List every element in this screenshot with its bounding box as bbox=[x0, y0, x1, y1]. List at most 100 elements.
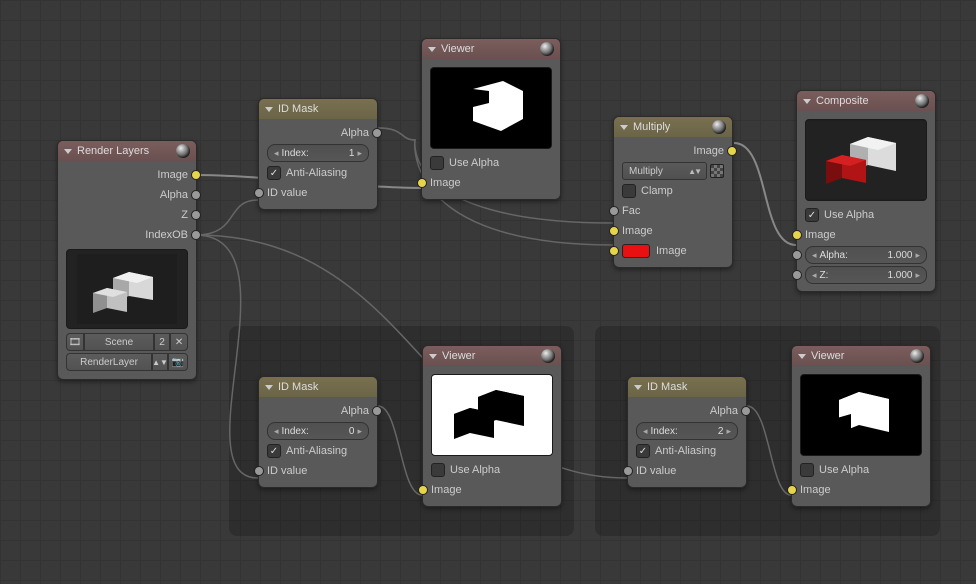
use-alpha-checkbox[interactable]: ✓ bbox=[805, 208, 819, 222]
index-field[interactable]: ◂Index:2▸ bbox=[636, 422, 738, 440]
node-header[interactable]: Render Layers bbox=[58, 141, 196, 161]
socket-alpha[interactable] bbox=[191, 190, 201, 200]
collapse-icon[interactable] bbox=[803, 99, 811, 104]
socket-alpha[interactable] bbox=[792, 250, 802, 260]
node-id-mask-2[interactable]: ID Mask Alpha ◂Index:2▸ ✓ Anti-Aliasing I… bbox=[627, 376, 747, 488]
output-alpha: Alpha bbox=[628, 401, 746, 421]
collapse-icon[interactable] bbox=[64, 149, 72, 154]
use-alpha-label: Use Alpha bbox=[819, 464, 869, 476]
viewer-preview bbox=[800, 374, 922, 456]
collapse-icon[interactable] bbox=[429, 354, 437, 359]
node-header[interactable]: ID Mask bbox=[259, 377, 377, 397]
socket-indexob[interactable] bbox=[191, 230, 201, 240]
anti-alias-label: Anti-Aliasing bbox=[286, 445, 347, 457]
use-alpha-checkbox[interactable] bbox=[430, 156, 444, 170]
node-viewer-left[interactable]: Viewer Use Alpha Image bbox=[422, 345, 562, 507]
node-viewer-top[interactable]: Viewer Use Alpha Image bbox=[421, 38, 561, 200]
input-id-value: ID value bbox=[259, 183, 377, 203]
node-header[interactable]: ID Mask bbox=[259, 99, 377, 119]
node-composite[interactable]: Composite ✓ Use Alpha Image ◂Alpha:1.000▸… bbox=[796, 90, 936, 292]
socket-alpha[interactable] bbox=[372, 128, 382, 138]
socket-fac[interactable] bbox=[609, 206, 619, 216]
node-viewer-right[interactable]: Viewer Use Alpha Image bbox=[791, 345, 931, 507]
z-field[interactable]: ◂Z:1.000▸ bbox=[805, 266, 927, 284]
node-header[interactable]: Viewer bbox=[423, 346, 561, 366]
input-image: Image bbox=[797, 225, 935, 245]
socket-z[interactable] bbox=[191, 210, 201, 220]
index-field[interactable]: ◂Index:1▸ bbox=[267, 144, 369, 162]
input-fac: Fac bbox=[614, 201, 732, 221]
node-multiply[interactable]: Multiply Image Multiply▲▼ Clamp Fac Imag… bbox=[613, 116, 733, 268]
render-preview bbox=[66, 249, 188, 329]
node-title: Viewer bbox=[442, 350, 475, 362]
alpha-field[interactable]: ◂Alpha:1.000▸ bbox=[805, 246, 927, 264]
blend-mode-dropdown[interactable]: Multiply▲▼ bbox=[622, 162, 707, 180]
socket-alpha[interactable] bbox=[741, 406, 751, 416]
scene-browse-icon[interactable]: 🎞 bbox=[66, 333, 84, 351]
node-id-mask-0[interactable]: ID Mask Alpha ◂Index:0▸ ✓Anti-Aliasing I… bbox=[258, 376, 378, 488]
node-render-layers[interactable]: Render Layers Image Alpha Z IndexOB 🎞 Sc… bbox=[57, 140, 197, 380]
output-alpha: Alpha bbox=[58, 185, 196, 205]
socket-image[interactable] bbox=[792, 230, 802, 240]
use-alpha-label: Use Alpha bbox=[450, 464, 500, 476]
socket-image[interactable] bbox=[417, 178, 427, 188]
collapse-icon[interactable] bbox=[428, 47, 436, 52]
socket-image[interactable] bbox=[191, 170, 201, 180]
scene-clear-icon[interactable]: ✕ bbox=[170, 333, 188, 351]
socket-id[interactable] bbox=[254, 188, 264, 198]
socket-z[interactable] bbox=[792, 270, 802, 280]
output-alpha: Alpha bbox=[259, 123, 377, 143]
node-header[interactable]: Composite bbox=[797, 91, 935, 111]
use-alpha-label: Use Alpha bbox=[449, 157, 499, 169]
use-alpha-label: Use Alpha bbox=[824, 209, 874, 221]
anti-alias-label: Anti-Aliasing bbox=[655, 445, 716, 457]
input-id-value: ID value bbox=[628, 461, 746, 481]
preview-sphere-icon bbox=[540, 42, 554, 56]
layer-render-icon[interactable]: 📷 bbox=[168, 353, 188, 371]
node-id-mask-1[interactable]: ID Mask Alpha ◂Index:1▸ ✓Anti-Aliasing I… bbox=[258, 98, 378, 210]
use-alpha-checkbox[interactable] bbox=[800, 463, 814, 477]
node-header[interactable]: Multiply bbox=[614, 117, 732, 137]
socket-image1[interactable] bbox=[609, 226, 619, 236]
node-header[interactable]: Viewer bbox=[792, 346, 930, 366]
socket-id[interactable] bbox=[623, 466, 633, 476]
socket-alpha[interactable] bbox=[372, 406, 382, 416]
socket-image[interactable] bbox=[787, 485, 797, 495]
scene-name[interactable]: Scene bbox=[84, 333, 154, 351]
anti-alias-checkbox[interactable]: ✓ bbox=[267, 444, 281, 458]
collapse-icon[interactable] bbox=[634, 385, 642, 390]
color-swatch[interactable] bbox=[622, 244, 650, 258]
socket-image[interactable] bbox=[418, 485, 428, 495]
node-title: Viewer bbox=[811, 350, 844, 362]
layer-selector[interactable]: RenderLayer ▲▼ 📷 bbox=[66, 353, 188, 371]
scene-users[interactable]: 2 bbox=[154, 333, 170, 351]
layer-menu-icon[interactable]: ▲▼ bbox=[152, 353, 168, 371]
collapse-icon[interactable] bbox=[265, 107, 273, 112]
node-title: ID Mask bbox=[278, 103, 318, 115]
viewer-preview bbox=[430, 67, 552, 149]
composite-preview bbox=[805, 119, 927, 201]
collapse-icon[interactable] bbox=[265, 385, 273, 390]
clamp-checkbox[interactable] bbox=[622, 184, 636, 198]
socket-id[interactable] bbox=[254, 466, 264, 476]
clamp-label: Clamp bbox=[641, 185, 673, 197]
layer-name[interactable]: RenderLayer bbox=[66, 353, 152, 371]
collapse-icon[interactable] bbox=[798, 354, 806, 359]
node-header[interactable]: Viewer bbox=[422, 39, 560, 59]
output-alpha: Alpha bbox=[259, 401, 377, 421]
socket-image-out[interactable] bbox=[727, 146, 737, 156]
color-picker-icon[interactable] bbox=[710, 164, 724, 178]
output-image: Image bbox=[58, 165, 196, 185]
node-title: Render Layers bbox=[77, 145, 149, 157]
anti-alias-checkbox[interactable]: ✓ bbox=[267, 166, 281, 180]
socket-image2[interactable] bbox=[609, 246, 619, 256]
use-alpha-checkbox[interactable] bbox=[431, 463, 445, 477]
index-field[interactable]: ◂Index:0▸ bbox=[267, 422, 369, 440]
node-header[interactable]: ID Mask bbox=[628, 377, 746, 397]
input-image: Image bbox=[792, 480, 930, 500]
input-image-1: Image bbox=[614, 221, 732, 241]
anti-alias-checkbox[interactable]: ✓ bbox=[636, 444, 650, 458]
scene-selector[interactable]: 🎞 Scene 2 ✕ bbox=[66, 333, 188, 351]
preview-sphere-icon bbox=[541, 349, 555, 363]
collapse-icon[interactable] bbox=[620, 125, 628, 130]
